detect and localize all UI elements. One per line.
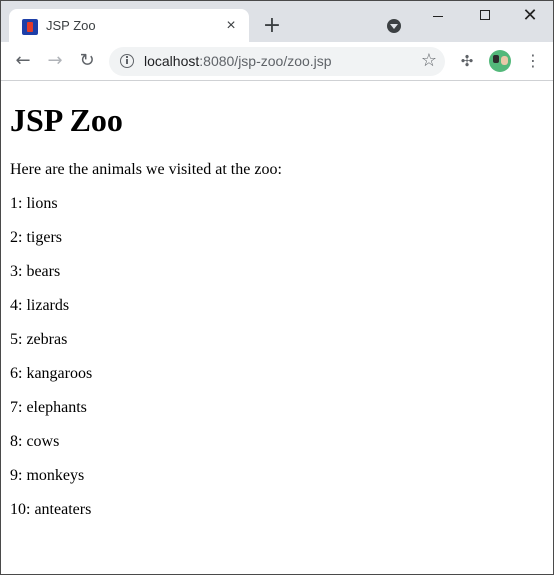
window-close-icon[interactable]: ✕ [507, 7, 553, 25]
favicon-icon [22, 19, 38, 35]
menu-kebab-icon[interactable]: ⋮ [525, 52, 541, 70]
intro-text: Here are the animals we visited at the z… [10, 161, 282, 178]
minimize-icon[interactable] [415, 7, 461, 25]
list-item: 2: tigers [10, 229, 62, 246]
list-item: 3: bears [10, 263, 61, 280]
maximize-icon[interactable] [461, 7, 507, 25]
url-host: localhost [144, 53, 200, 69]
browser-tab[interactable]: JSP Zoo × [9, 9, 249, 42]
back-icon[interactable]: ← [12, 50, 34, 72]
tab-search-icon[interactable] [387, 19, 401, 33]
list-item: 10: anteaters [10, 501, 92, 518]
browser-toolbar: ← → ↻ localhost:8080/jsp-zoo/zoo.jsp ☆ ✣… [1, 42, 553, 81]
browser-window: JSP Zoo × + ✕ ← → ↻ localhost:8080/jsp-z… [0, 0, 554, 575]
reload-icon[interactable]: ↻ [76, 50, 98, 72]
tab-close-icon[interactable]: × [221, 16, 241, 36]
bookmark-star-icon[interactable]: ☆ [421, 50, 437, 71]
list-item: 6: kangaroos [10, 365, 93, 382]
list-item: 5: zebras [10, 331, 68, 348]
list-item: 1: lions [10, 195, 58, 212]
profile-avatar[interactable] [489, 50, 511, 72]
tab-title: JSP Zoo [46, 18, 96, 33]
new-tab-icon[interactable]: + [261, 15, 283, 37]
list-item: 4: lizards [10, 297, 70, 314]
page-title: JSP Zoo [10, 102, 123, 138]
tab-strip: JSP Zoo × + ✕ [1, 1, 553, 42]
page-content: JSP Zoo Here are the animals we visited … [1, 81, 553, 574]
site-info-icon[interactable] [120, 54, 134, 68]
list-item: 8: cows [10, 433, 60, 450]
animal-list: 1: lions 2: tigers 3: bears 4: lizards 5… [10, 195, 92, 535]
extensions-puzzle-icon[interactable]: ✣ [458, 52, 476, 70]
list-item: 9: monkeys [10, 467, 85, 484]
list-item: 7: elephants [10, 399, 87, 416]
url-path: :8080/jsp-zoo/zoo.jsp [199, 53, 332, 69]
address-bar[interactable]: localhost:8080/jsp-zoo/zoo.jsp ☆ [109, 47, 445, 76]
forward-icon[interactable]: → [44, 50, 66, 72]
url-text[interactable]: localhost:8080/jsp-zoo/zoo.jsp [144, 53, 332, 69]
